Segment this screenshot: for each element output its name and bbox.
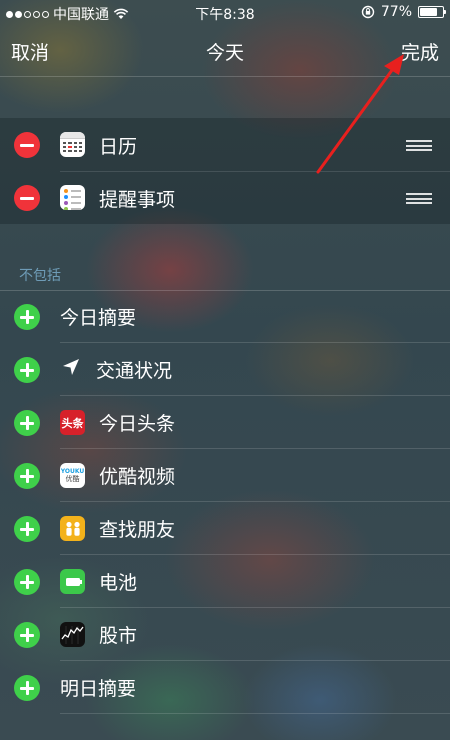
list-item: 明日摘要: [0, 662, 450, 714]
add-widget-button[interactable]: [14, 463, 40, 489]
status-bar: 中国联通 下午8:38 77%: [0, 0, 450, 24]
list-item: 股市: [0, 609, 450, 661]
widget-label: 今日头条: [99, 413, 176, 435]
divider: [60, 448, 450, 449]
find-friends-icon: [60, 516, 85, 541]
navigation-bar: 取消 今天 完成: [0, 34, 450, 66]
add-widget-button[interactable]: [14, 622, 40, 648]
nav-divider: [0, 76, 450, 77]
youku-icon-text: YOUKU: [60, 467, 85, 475]
widget-label: 查找朋友: [99, 519, 176, 541]
reminders-icon: [60, 185, 85, 210]
widget-label: 电池: [99, 572, 138, 594]
cancel-button[interactable]: 取消: [11, 38, 49, 65]
youku-icon: YOUKU 优酷: [60, 463, 85, 488]
divider: [60, 342, 450, 343]
widget-label: 交通状况: [96, 360, 173, 382]
widget-label: 股市: [99, 625, 138, 647]
battery-area: 77%: [361, 4, 446, 20]
battery-fill: [420, 8, 437, 16]
battery-percentage: 77%: [380, 4, 412, 20]
rotation-lock-icon: [361, 5, 375, 19]
divider: [60, 395, 450, 396]
widget-label: 优酷视频: [99, 466, 176, 488]
stocks-icon: [60, 622, 85, 647]
reorder-handle-icon[interactable]: [406, 140, 432, 151]
add-widget-button[interactable]: [14, 357, 40, 383]
add-widget-button[interactable]: [14, 675, 40, 701]
widget-label: 日历: [99, 136, 138, 158]
divider: [60, 660, 450, 661]
list-item: 查找朋友: [0, 503, 450, 555]
divider: [60, 713, 450, 714]
reorder-handle-icon[interactable]: [406, 193, 432, 204]
divider: [60, 607, 450, 608]
list-item: 日历: [0, 118, 450, 172]
section-header-excluded: 不包括: [19, 268, 61, 284]
list-item: 今日摘要: [0, 291, 450, 343]
calendar-icon: [60, 132, 85, 157]
add-widget-button[interactable]: [14, 569, 40, 595]
widget-label: 今日摘要: [60, 307, 137, 329]
done-button[interactable]: 完成: [401, 38, 439, 65]
widget-label: 明日摘要: [60, 678, 137, 700]
battery-icon: [60, 569, 85, 594]
divider: [60, 554, 450, 555]
page-title: 今天: [205, 42, 244, 64]
remove-widget-button[interactable]: [14, 132, 40, 158]
included-widgets-list: 日历 提醒事项: [0, 118, 450, 224]
toutiao-icon: 头条: [60, 410, 85, 435]
toutiao-icon-text: 头条: [61, 416, 84, 430]
list-item: YOUKU 优酷 优酷视频: [0, 450, 450, 502]
youku-icon-subtext: 优酷: [65, 474, 80, 483]
add-widget-button[interactable]: [14, 516, 40, 542]
add-widget-button[interactable]: [14, 304, 40, 330]
add-widget-button[interactable]: [14, 410, 40, 436]
list-item: 头条 今日头条: [0, 397, 450, 449]
list-item: 提醒事项: [0, 171, 450, 224]
widget-label: 提醒事项: [99, 189, 176, 211]
list-item: 电池: [0, 556, 450, 608]
location-arrow-icon: [63, 359, 79, 375]
list-item: 交通状况: [0, 344, 450, 396]
remove-widget-button[interactable]: [14, 185, 40, 211]
battery-icon: [418, 6, 446, 18]
divider: [60, 501, 450, 502]
